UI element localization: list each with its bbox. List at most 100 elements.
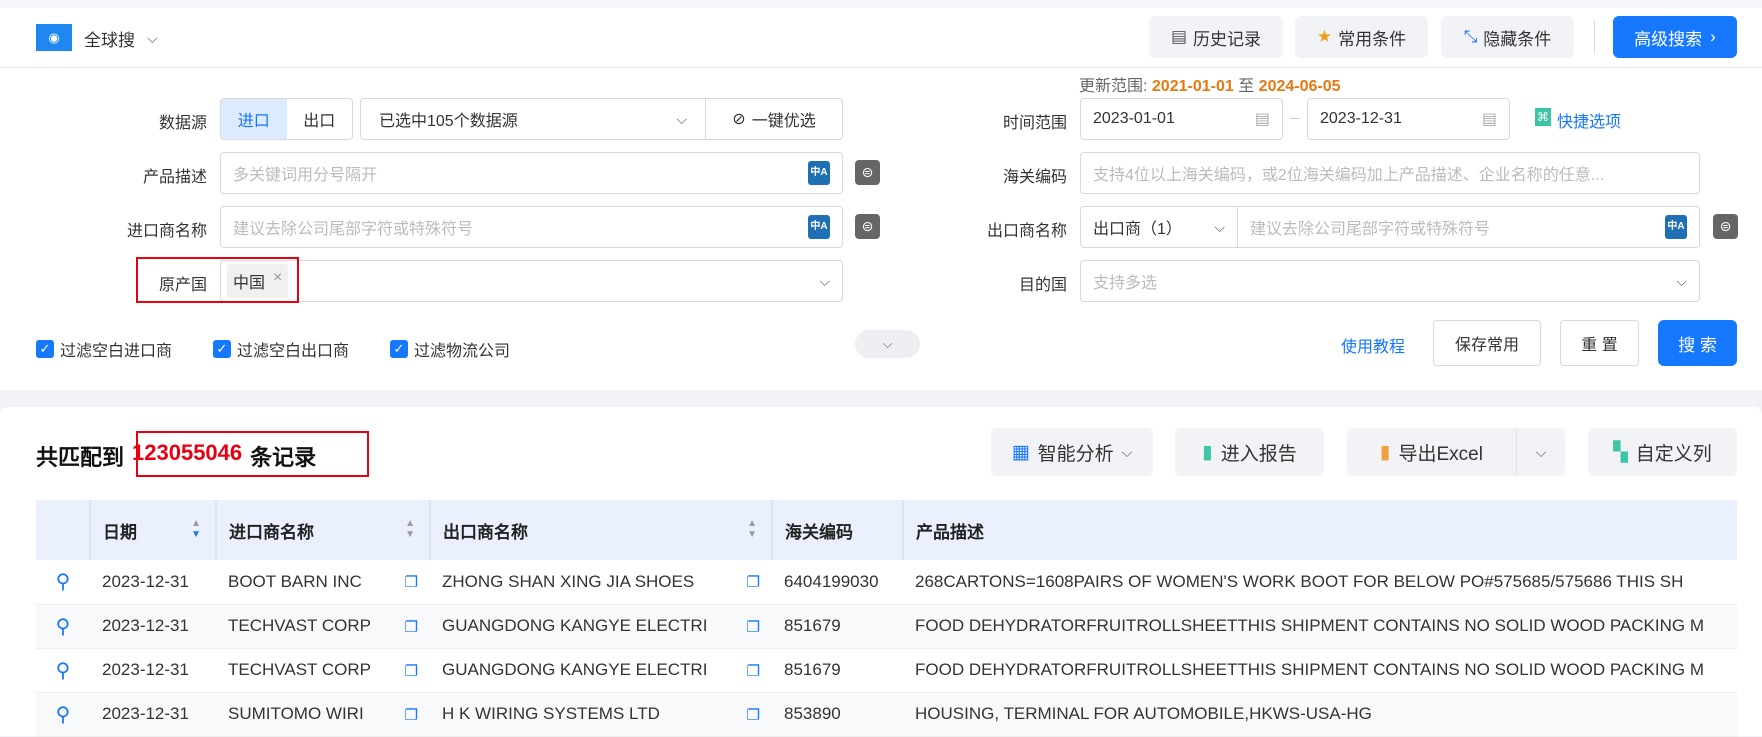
hs-code-input[interactable]: 支持4位以上海关编码，或2位海关编码加上产品描述、企业名称的任意... [1080, 152, 1700, 194]
copy-icon[interactable]: ❐ [747, 618, 760, 636]
smart-analysis-button[interactable]: ▦ 智能分析 ⌵ [991, 428, 1153, 476]
calendar-icon: ▤ [1481, 111, 1497, 128]
chevron-down-icon: ⌵ [819, 272, 830, 289]
cell-text: 2023-12-31 [102, 616, 189, 635]
cell-text: 2023-12-31 [102, 660, 189, 679]
checkbox-checked-icon[interactable]: ✓ [390, 340, 408, 358]
col-product: 产品描述 [903, 500, 1737, 560]
search-icon[interactable]: ⚲ [36, 604, 90, 649]
divider [1594, 20, 1595, 54]
date-end-value: 2023-12-31 [1320, 110, 1402, 127]
custom-columns-button[interactable]: ▚ 自定义列 [1588, 428, 1737, 476]
search-icon[interactable]: ⚲ [36, 648, 90, 693]
data-source-dropdown[interactable]: 已选中105个数据源 ⌵ [361, 99, 706, 139]
search-expand-icon[interactable]: ⊜ [855, 214, 880, 239]
advanced-label: 高级搜索 [1634, 29, 1703, 49]
hs-placeholder: 支持4位以上海关编码，或2位海关编码加上产品描述、企业名称的任意... [1093, 167, 1605, 184]
report-button[interactable]: ▮ 进入报告 [1175, 428, 1324, 476]
hide-conditions-button[interactable]: ⤡ 隐藏条件 [1441, 16, 1574, 58]
filter-blank-importer[interactable]: ✓ 过滤空白进口商 [36, 337, 172, 361]
filter-logistics[interactable]: ✓ 过滤物流公司 [390, 337, 510, 361]
date-start-input[interactable]: 2023-01-01 ▤ [1080, 98, 1283, 140]
translate-icon[interactable]: 中A [1665, 215, 1687, 239]
sort-icon[interactable]: ▲ ▼ [405, 518, 415, 540]
advanced-search-button[interactable]: 高级搜索 › [1613, 16, 1737, 58]
columns-icon: ▚ [1613, 441, 1628, 463]
calendar-icon: ▤ [1254, 111, 1270, 128]
table-row[interactable]: ⚲ 2023-12-31 TECHVAST CORP ❐ GUANGDONG KANGY… [36, 648, 1737, 693]
cell-text: H K WIRING SYSTEMS LTD [442, 704, 660, 723]
cell-text: 851679 [784, 660, 841, 679]
search-icon[interactable]: ⚲ [36, 692, 90, 737]
expand-button[interactable]: ⌵ [855, 330, 920, 358]
exporter-cell: GUANGDONG KANGYE ELECTRI ❐ [430, 604, 772, 649]
exporter-type-value: 出口商（1） [1093, 221, 1182, 238]
history-label: 历史记录 [1193, 29, 1262, 49]
col-importer[interactable]: 进口商名称 ▲ ▼ [216, 500, 431, 560]
update-to: 至 [1238, 78, 1255, 95]
copy-icon[interactable]: ❐ [747, 573, 760, 591]
copy-icon[interactable]: ❐ [405, 662, 418, 680]
search-expand-icon[interactable]: ⊜ [855, 160, 880, 185]
copy-icon[interactable]: ❐ [747, 662, 760, 680]
filter-label: 过滤空白出口商 [237, 343, 350, 360]
data-source-label: 数据源 [158, 115, 207, 132]
history-button[interactable]: ▤ 历史记录 [1149, 16, 1283, 58]
table-row[interactable]: ⚲ 2023-12-31 SUMITOMO WIRI ❐ H K WIRING SYST… [36, 692, 1737, 737]
divider [0, 67, 1762, 68]
checkbox-checked-icon[interactable]: ✓ [213, 340, 231, 358]
top-strip [0, 0, 1762, 8]
translate-icon[interactable]: 中A [808, 215, 830, 239]
quick-options-link[interactable]: ⌘ 快捷选项 [1535, 108, 1621, 132]
sort-icon[interactable]: ▲ ▼ [747, 518, 757, 540]
table-row[interactable]: ⚲ 2023-12-31 TECHVAST CORP ❐ GUANGDONG KANGY… [36, 604, 1737, 649]
save-favorite-button[interactable]: 保存常用 [1433, 320, 1541, 366]
cell-text: 853890 [784, 704, 841, 723]
cell-text: 268CARTONS=1608PAIRS OF WOMEN'S WORK BOO… [915, 571, 1684, 591]
product-cell: HOUSING, TERMINAL FOR AUTOMOBILE,HKWS-US… [903, 692, 1737, 737]
cell-text: FOOD DEHYDRATORFRUITROLLSHEETTHIS SHIPME… [915, 616, 1704, 635]
exporter-input[interactable]: 建议去除公司尾部字符或特殊符号 中A [1238, 215, 1699, 239]
cell-text: 6404199030 [784, 571, 879, 591]
importer-cell: SUMITOMO WIRI ❐ [216, 692, 430, 737]
reset-button[interactable]: 重 置 [1560, 320, 1639, 366]
sort-icon[interactable]: ▲ ▼ [191, 518, 201, 540]
export-toggle[interactable]: 出口 [287, 99, 353, 139]
cell-text: TECHVAST CORP [228, 660, 371, 679]
date-cell: 2023-12-31 [90, 692, 216, 737]
tutorial-link[interactable]: 使用教程 [1341, 333, 1405, 357]
translate-icon[interactable]: 中A [808, 161, 830, 185]
scope-label: 全球搜 [84, 31, 135, 50]
file-export-icon: ▮ [1380, 441, 1391, 463]
optimize-button[interactable]: ⊘ 一键优选 [706, 107, 842, 131]
quick-options-label: 快捷选项 [1557, 114, 1622, 131]
importer-input[interactable]: 建议去除公司尾部字符或特殊符号 中A [220, 206, 843, 248]
hs-code-cell: 851679 [772, 604, 903, 649]
export-excel-button[interactable]: ▮ 导出Excel [1347, 428, 1517, 476]
search-button[interactable]: 搜 索 [1658, 320, 1737, 366]
origin-select[interactable]: 中国 × ⌵ [220, 260, 843, 302]
data-source-value: 已选中105个数据源 [379, 113, 518, 130]
col-exporter[interactable]: 出口商名称 ▲ ▼ [430, 500, 773, 560]
scope-dropdown[interactable]: 全球搜 ⌵ [84, 26, 158, 51]
date-end-input[interactable]: 2023-12-31 ▤ [1307, 98, 1510, 140]
update-range-label: 更新范围: [1079, 78, 1148, 95]
export-options-dropdown[interactable]: ⌵ [1517, 444, 1565, 461]
favorites-button[interactable]: ★ 常用条件 [1295, 16, 1428, 58]
cell-text: HOUSING, TERMINAL FOR AUTOMOBILE,HKWS-US… [915, 704, 1372, 723]
col-label: 出口商名称 [443, 522, 528, 542]
search-expand-icon[interactable]: ⊜ [1713, 214, 1738, 239]
copy-icon[interactable]: ❐ [405, 706, 418, 724]
copy-icon[interactable]: ❐ [747, 706, 760, 724]
search-icon[interactable]: ⚲ [36, 560, 90, 605]
copy-icon[interactable]: ❐ [405, 573, 418, 591]
product-input[interactable]: 多关键词用分号隔开 中A [220, 152, 843, 194]
table-row[interactable]: ⚲ 2023-12-31 BOOT BARN INC ❐ ZHONG SHAN XING… [36, 560, 1737, 605]
import-toggle[interactable]: 进口 [221, 99, 287, 139]
checkbox-checked-icon[interactable]: ✓ [36, 340, 54, 358]
col-date[interactable]: 日期 ▲ ▼ [90, 500, 217, 560]
copy-icon[interactable]: ❐ [405, 618, 418, 636]
filter-blank-exporter[interactable]: ✓ 过滤空白出口商 [213, 337, 349, 361]
destination-select[interactable]: 支持多选 ⌵ [1080, 260, 1700, 302]
exporter-type-select[interactable]: 出口商（1） ⌵ [1081, 207, 1238, 247]
